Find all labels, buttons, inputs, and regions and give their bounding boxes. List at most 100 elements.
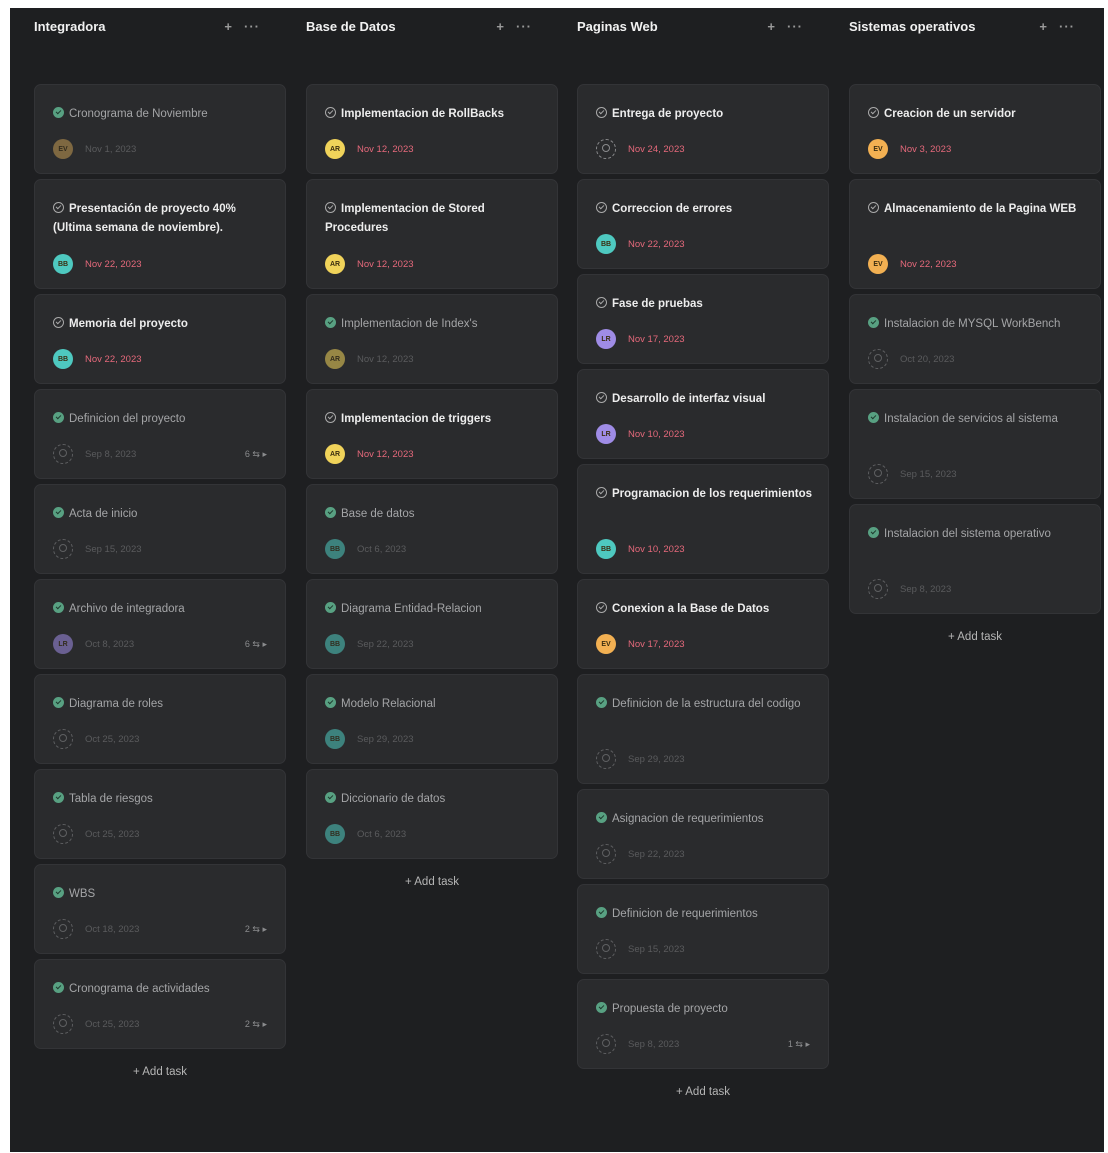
task-card[interactable]: Instalacion del sistema operativo Sep 8, … <box>849 504 1101 614</box>
unassigned-user-icon[interactable] <box>868 349 888 369</box>
more-options-icon[interactable]: ··· <box>787 19 803 34</box>
add-task-icon[interactable]: + <box>1039 19 1047 34</box>
check-circle-icon[interactable] <box>596 202 607 213</box>
task-card[interactable]: Tabla de riesgos Oct 25, 2023 <box>34 769 286 859</box>
unassigned-user-icon[interactable] <box>596 139 616 159</box>
task-card[interactable]: Instalacion de MYSQL WorkBench Oct 20, 20… <box>849 294 1101 384</box>
task-card[interactable]: Modelo Relacional BB Sep 29, 2023 <box>306 674 558 764</box>
avatar[interactable]: EV <box>868 254 888 274</box>
avatar[interactable]: EV <box>53 139 73 159</box>
subtask-count[interactable]: 1 ⇆ ▸ <box>788 1039 810 1050</box>
completed-check-icon[interactable] <box>53 412 64 423</box>
completed-check-icon[interactable] <box>53 887 64 898</box>
add-task-icon[interactable]: + <box>496 19 504 34</box>
subtask-count[interactable]: 6 ⇆ ▸ <box>245 449 267 460</box>
check-circle-icon[interactable] <box>868 107 879 118</box>
task-card[interactable]: Conexion a la Base de Datos EV Nov 17, 202… <box>577 579 829 669</box>
task-card[interactable]: Fase de pruebas LR Nov 17, 2023 <box>577 274 829 364</box>
task-card[interactable]: Definicion de la estructura del codigo Se… <box>577 674 829 784</box>
check-circle-icon[interactable] <box>596 487 607 498</box>
unassigned-user-icon[interactable] <box>53 539 73 559</box>
task-card[interactable]: Base de datos BB Oct 6, 2023 <box>306 484 558 574</box>
completed-check-icon[interactable] <box>596 697 607 708</box>
check-circle-icon[interactable] <box>596 602 607 613</box>
unassigned-user-icon[interactable] <box>596 749 616 769</box>
avatar[interactable]: BB <box>596 234 616 254</box>
avatar[interactable]: BB <box>325 729 345 749</box>
task-card[interactable]: Desarrollo de interfaz visual LR Nov 10, 2… <box>577 369 829 459</box>
task-card[interactable]: Almacenamiento de la Pagina WEB EV Nov 22,… <box>849 179 1101 289</box>
task-card[interactable]: Entrega de proyecto Nov 24, 2023 <box>577 84 829 174</box>
task-card[interactable]: Diagrama Entidad-Relacion BB Sep 22, 2023 <box>306 579 558 669</box>
completed-check-icon[interactable] <box>596 1002 607 1013</box>
task-card[interactable]: Definicion de requerimientos Sep 15, 2023 <box>577 884 829 974</box>
avatar[interactable]: LR <box>596 424 616 444</box>
completed-check-icon[interactable] <box>53 792 64 803</box>
avatar[interactable]: AR <box>325 254 345 274</box>
avatar[interactable]: EV <box>868 139 888 159</box>
avatar[interactable]: LR <box>596 329 616 349</box>
avatar[interactable]: EV <box>596 634 616 654</box>
check-circle-icon[interactable] <box>325 202 336 213</box>
task-card[interactable]: Asignacion de requerimientos Sep 22, 2023 <box>577 789 829 879</box>
check-circle-icon[interactable] <box>596 107 607 118</box>
completed-check-icon[interactable] <box>596 812 607 823</box>
task-card[interactable]: Definicion del proyecto Sep 8, 2023 6 ⇆ ▸ <box>34 389 286 479</box>
unassigned-user-icon[interactable] <box>53 729 73 749</box>
completed-check-icon[interactable] <box>53 602 64 613</box>
task-card[interactable]: Instalacion de servicios al sistema Sep 1… <box>849 389 1101 499</box>
check-circle-icon[interactable] <box>325 412 336 423</box>
check-circle-icon[interactable] <box>53 202 64 213</box>
task-card[interactable]: Implementacion de Index's AR Nov 12, 2023 <box>306 294 558 384</box>
task-card[interactable]: Propuesta de proyecto Sep 8, 2023 1 ⇆ ▸ <box>577 979 829 1069</box>
task-card[interactable]: Diccionario de datos BB Oct 6, 2023 <box>306 769 558 859</box>
more-options-icon[interactable]: ··· <box>516 19 532 34</box>
avatar[interactable]: AR <box>325 139 345 159</box>
add-task-button[interactable]: + Add task <box>306 876 558 888</box>
completed-check-icon[interactable] <box>53 107 64 118</box>
unassigned-user-icon[interactable] <box>596 1034 616 1054</box>
avatar[interactable]: BB <box>596 539 616 559</box>
task-card[interactable]: Implementacion de RollBacks AR Nov 12, 202… <box>306 84 558 174</box>
completed-check-icon[interactable] <box>53 507 64 518</box>
completed-check-icon[interactable] <box>325 697 336 708</box>
completed-check-icon[interactable] <box>596 907 607 918</box>
completed-check-icon[interactable] <box>53 697 64 708</box>
more-options-icon[interactable]: ··· <box>1059 19 1075 34</box>
completed-check-icon[interactable] <box>868 317 879 328</box>
add-task-icon[interactable]: + <box>767 19 775 34</box>
task-card[interactable]: Creacion de un servidor EV Nov 3, 2023 <box>849 84 1101 174</box>
avatar[interactable]: AR <box>325 444 345 464</box>
check-circle-icon[interactable] <box>596 297 607 308</box>
check-circle-icon[interactable] <box>596 392 607 403</box>
add-task-button[interactable]: + Add task <box>34 1066 286 1078</box>
task-card[interactable]: WBS Oct 18, 2023 2 ⇆ ▸ <box>34 864 286 954</box>
unassigned-user-icon[interactable] <box>596 939 616 959</box>
completed-check-icon[interactable] <box>53 982 64 993</box>
avatar[interactable]: BB <box>325 539 345 559</box>
more-options-icon[interactable]: ··· <box>244 19 260 34</box>
task-card[interactable]: Acta de inicio Sep 15, 2023 <box>34 484 286 574</box>
add-task-icon[interactable]: + <box>224 19 232 34</box>
avatar[interactable]: BB <box>53 254 73 274</box>
unassigned-user-icon[interactable] <box>53 444 73 464</box>
check-circle-icon[interactable] <box>868 202 879 213</box>
subtask-count[interactable]: 6 ⇆ ▸ <box>245 639 267 650</box>
add-task-button[interactable]: + Add task <box>577 1086 829 1098</box>
unassigned-user-icon[interactable] <box>53 824 73 844</box>
task-card[interactable]: Presentación de proyecto 40% (Ultima sem… <box>34 179 286 289</box>
subtask-count[interactable]: 2 ⇆ ▸ <box>245 1019 267 1030</box>
check-circle-icon[interactable] <box>53 317 64 328</box>
completed-check-icon[interactable] <box>868 527 879 538</box>
unassigned-user-icon[interactable] <box>868 579 888 599</box>
avatar[interactable]: BB <box>53 349 73 369</box>
completed-check-icon[interactable] <box>325 602 336 613</box>
unassigned-user-icon[interactable] <box>596 844 616 864</box>
completed-check-icon[interactable] <box>868 412 879 423</box>
unassigned-user-icon[interactable] <box>53 1014 73 1034</box>
task-card[interactable]: Memoria del proyecto BB Nov 22, 2023 <box>34 294 286 384</box>
completed-check-icon[interactable] <box>325 317 336 328</box>
task-card[interactable]: Implementacion de Stored Procedures AR Nov… <box>306 179 558 289</box>
task-card[interactable]: Cronograma de actividades Oct 25, 2023 2 ⇆… <box>34 959 286 1049</box>
task-card[interactable]: Cronograma de Noviembre EV Nov 1, 2023 <box>34 84 286 174</box>
